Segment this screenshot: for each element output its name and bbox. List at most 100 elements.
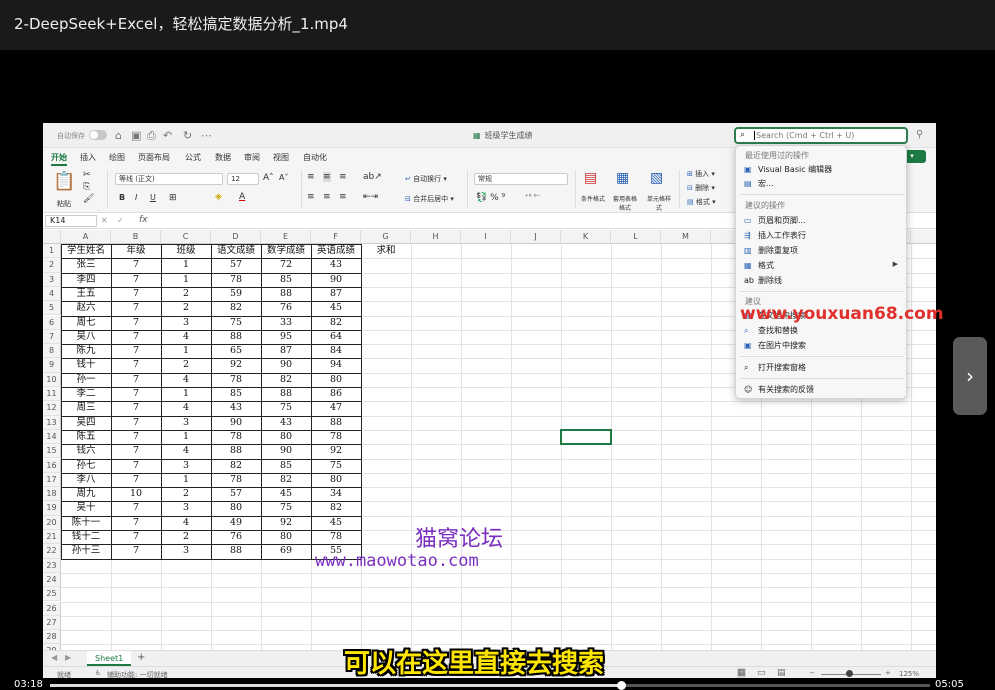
border-icon[interactable]: ⊞ [169,193,177,203]
table-cell[interactable]: 82 [261,373,311,387]
row-header[interactable]: 24 [43,572,61,588]
table-cell[interactable]: 3 [161,544,211,558]
print-icon[interactable]: ⎙ [147,129,156,143]
table-cell[interactable]: 80 [261,430,311,444]
table-cell[interactable]: 1 [161,473,211,487]
column-header[interactable]: L [611,230,661,244]
column-header[interactable]: C [161,230,211,244]
table-cell[interactable]: 1 [161,430,211,444]
page-break-view-icon[interactable]: ▤ [777,668,786,678]
column-header[interactable]: A [61,230,111,244]
table-cell[interactable]: 88 [261,287,311,301]
dropdown-item-macros[interactable]: ▤ 宏... [744,178,774,189]
table-cell[interactable]: 孙一 [61,373,111,387]
table-cell[interactable]: 赵六 [61,301,111,315]
home-icon[interactable]: ⌂ [115,129,122,142]
table-cell[interactable]: 85 [261,273,311,287]
table-cell[interactable]: 李四 [61,273,111,287]
table-format-label[interactable]: 套用表格格式 [611,194,639,212]
row-header[interactable]: 11 [43,387,61,402]
row-header[interactable]: 6 [43,315,61,330]
table-cell[interactable]: 90 [261,358,311,372]
table-cell[interactable]: 7 [111,358,161,372]
row-header[interactable]: 19 [43,501,61,516]
column-header[interactable]: B [111,230,161,244]
conditional-format-label[interactable]: 条件格式 [581,194,605,203]
formula-confirm-icon[interactable]: ✓ [117,216,124,225]
table-cell[interactable]: 李二 [61,387,111,401]
bold-icon[interactable]: B [119,193,125,202]
tab-data[interactable]: 数据 [215,152,231,163]
table-cell[interactable]: 周三 [61,401,111,415]
table-cell[interactable]: 90 [311,273,361,287]
table-cell[interactable]: 82 [211,459,261,473]
table-cell[interactable]: 7 [111,373,161,387]
header-cell[interactable]: 年级 [111,244,161,258]
table-cell[interactable]: 57 [211,487,261,501]
table-cell[interactable]: 49 [211,516,261,530]
table-cell[interactable]: 钱六 [61,444,111,458]
increase-font-icon[interactable]: A˄ [263,173,274,183]
table-cell[interactable]: 王五 [61,287,111,301]
table-cell[interactable]: 85 [211,387,261,401]
formula-cancel-icon[interactable]: ✕ [101,216,108,225]
column-header[interactable]: H [411,230,461,244]
table-cell[interactable]: 88 [211,330,261,344]
table-cell[interactable]: 82 [211,301,261,315]
table-cell[interactable]: 78 [311,530,361,544]
table-cell[interactable]: 47 [311,401,361,415]
table-cell[interactable]: 88 [261,387,311,401]
table-cell[interactable]: 59 [211,287,261,301]
align-center-icon[interactable]: ≡ [323,192,331,202]
table-cell[interactable]: 75 [261,501,311,515]
zoom-out-icon[interactable]: − [809,669,815,677]
table-cell[interactable]: 87 [311,287,361,301]
add-sheet-icon[interactable]: + [137,652,145,663]
table-cell[interactable]: 80 [261,530,311,544]
column-header[interactable]: G [361,230,411,244]
table-cell[interactable]: 2 [161,530,211,544]
dropdown-item-search-images[interactable]: ▣ 在图片中搜索 [744,340,806,351]
table-cell[interactable]: 7 [111,473,161,487]
table-cell[interactable]: 34 [311,487,361,501]
insert-cells-button[interactable]: ⊞ 插入 ▾ [687,169,715,179]
sheet-nav-next-icon[interactable]: ▶ [65,653,71,662]
page-layout-view-icon[interactable]: ▭ [757,668,766,678]
table-cell[interactable]: 李八 [61,473,111,487]
tab-view[interactable]: 视图 [273,152,289,163]
table-cell[interactable]: 3 [161,316,211,330]
table-cell[interactable]: 82 [311,501,361,515]
orientation-icon[interactable]: ab↗ [363,172,382,182]
paste-icon[interactable]: 📋 [53,171,75,192]
zoom-slider-thumb[interactable] [846,670,853,677]
table-cell[interactable]: 吴四 [61,416,111,430]
row-header[interactable]: 21 [43,530,61,545]
table-cell[interactable]: 10 [111,487,161,501]
row-header[interactable]: 5 [43,301,61,316]
table-cell[interactable]: 1 [161,258,211,272]
dropdown-item-insert-rows[interactable]: ⇶ 插入工作表行 [744,230,806,241]
row-header[interactable]: 13 [43,415,61,430]
dropdown-item-feedback[interactable]: ☺ 有关搜索的反馈 [744,384,814,395]
table-cell[interactable]: 2 [161,301,211,315]
fx-icon[interactable]: fx [139,215,148,225]
redo-icon[interactable]: ↻ [183,129,192,142]
table-cell[interactable]: 82 [261,473,311,487]
select-all-corner[interactable] [43,230,61,244]
table-cell[interactable]: 7 [111,258,161,272]
merge-center-button[interactable]: ⊟ 合并后居中 ▾ [405,194,454,204]
table-cell[interactable]: 7 [111,301,161,315]
indent-icon[interactable]: ⇤⇥ [363,192,378,202]
dropdown-item-header-footer[interactable]: ▭ 页眉和页脚... [744,215,806,226]
sheet-nav-prev-icon[interactable]: ◀ [51,653,57,662]
italic-icon[interactable]: I [135,193,137,202]
save-icon[interactable]: ▣ [131,129,141,142]
name-box[interactable]: K14 [45,215,97,227]
column-header[interactable]: F [311,230,361,244]
accessibility-icon[interactable]: ♿ [95,669,101,677]
table-cell[interactable]: 57 [211,258,261,272]
table-cell[interactable]: 4 [161,516,211,530]
table-cell[interactable]: 7 [111,273,161,287]
table-cell[interactable]: 90 [211,416,261,430]
table-cell[interactable]: 1 [161,273,211,287]
